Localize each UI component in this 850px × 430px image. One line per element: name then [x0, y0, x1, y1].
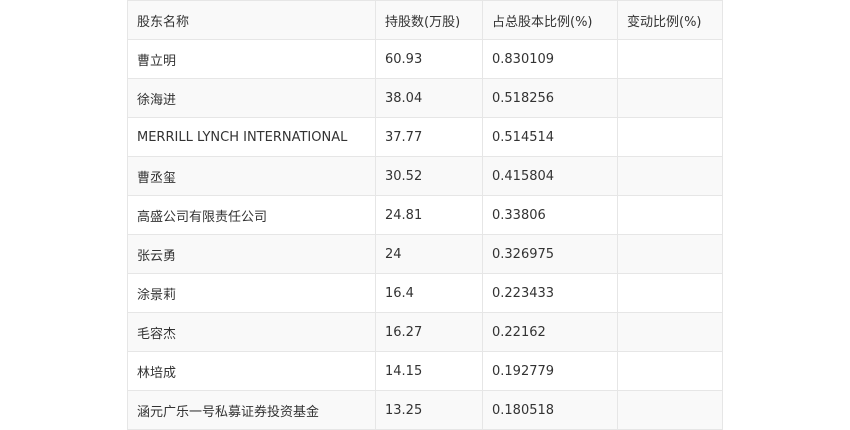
cell-shareholder-name: 高盛公司有限责任公司	[127, 195, 376, 235]
shareholder-table-container: 股东名称 持股数(万股) 占总股本比例(%) 变动比例(%) 曹立明 60.93…	[127, 0, 723, 430]
header-row: 股东名称 持股数(万股) 占总股本比例(%) 变动比例(%)	[127, 0, 723, 40]
cell-share-ratio: 0.22162	[482, 312, 618, 352]
table-row: 涵元广乐一号私募证券投资基金 13.25 0.180518	[127, 390, 723, 430]
cell-shares-held: 30.52	[375, 156, 483, 196]
table-row: 张云勇 24 0.326975	[127, 234, 723, 274]
cell-shares-held: 16.27	[375, 312, 483, 352]
cell-share-ratio: 0.326975	[482, 234, 618, 274]
cell-share-ratio: 0.192779	[482, 351, 618, 391]
cell-shareholder-name: 毛容杰	[127, 312, 376, 352]
cell-share-ratio: 0.415804	[482, 156, 618, 196]
cell-shareholder-name: 涂景莉	[127, 273, 376, 313]
shareholder-table: 股东名称 持股数(万股) 占总股本比例(%) 变动比例(%) 曹立明 60.93…	[127, 0, 723, 430]
cell-shareholder-name: 林培成	[127, 351, 376, 391]
header-change-ratio: 变动比例(%)	[617, 0, 723, 40]
table-row: 林培成 14.15 0.192779	[127, 351, 723, 391]
table-body: 曹立明 60.93 0.830109 徐海进 38.04 0.518256 ME…	[127, 39, 723, 430]
cell-shareholder-name: MERRILL LYNCH INTERNATIONAL	[127, 117, 376, 157]
cell-share-ratio: 0.223433	[482, 273, 618, 313]
cell-change-ratio	[617, 78, 723, 118]
header-shareholder-name: 股东名称	[127, 0, 376, 40]
cell-shareholder-name: 徐海进	[127, 78, 376, 118]
cell-change-ratio	[617, 234, 723, 274]
cell-shares-held: 60.93	[375, 39, 483, 79]
cell-share-ratio: 0.33806	[482, 195, 618, 235]
table-row: 毛容杰 16.27 0.22162	[127, 312, 723, 352]
cell-change-ratio	[617, 117, 723, 157]
table-row: MERRILL LYNCH INTERNATIONAL 37.77 0.5145…	[127, 117, 723, 157]
cell-shares-held: 13.25	[375, 390, 483, 430]
table-row: 徐海进 38.04 0.518256	[127, 78, 723, 118]
cell-change-ratio	[617, 39, 723, 79]
table-row: 涂景莉 16.4 0.223433	[127, 273, 723, 313]
cell-share-ratio: 0.180518	[482, 390, 618, 430]
cell-shares-held: 16.4	[375, 273, 483, 313]
cell-change-ratio	[617, 273, 723, 313]
header-share-ratio: 占总股本比例(%)	[482, 0, 618, 40]
cell-change-ratio	[617, 156, 723, 196]
cell-change-ratio	[617, 351, 723, 391]
cell-shareholder-name: 涵元广乐一号私募证券投资基金	[127, 390, 376, 430]
table-header: 股东名称 持股数(万股) 占总股本比例(%) 变动比例(%)	[127, 0, 723, 40]
cell-shares-held: 14.15	[375, 351, 483, 391]
table-row: 曹立明 60.93 0.830109	[127, 39, 723, 79]
cell-shares-held: 24	[375, 234, 483, 274]
cell-shareholder-name: 曹立明	[127, 39, 376, 79]
cell-share-ratio: 0.830109	[482, 39, 618, 79]
cell-share-ratio: 0.518256	[482, 78, 618, 118]
cell-share-ratio: 0.514514	[482, 117, 618, 157]
table-row: 高盛公司有限责任公司 24.81 0.33806	[127, 195, 723, 235]
cell-shares-held: 37.77	[375, 117, 483, 157]
cell-shareholder-name: 曹丞玺	[127, 156, 376, 196]
cell-shares-held: 24.81	[375, 195, 483, 235]
cell-change-ratio	[617, 390, 723, 430]
cell-change-ratio	[617, 195, 723, 235]
cell-shareholder-name: 张云勇	[127, 234, 376, 274]
cell-shares-held: 38.04	[375, 78, 483, 118]
cell-change-ratio	[617, 312, 723, 352]
header-shares-held: 持股数(万股)	[375, 0, 483, 40]
table-row: 曹丞玺 30.52 0.415804	[127, 156, 723, 196]
